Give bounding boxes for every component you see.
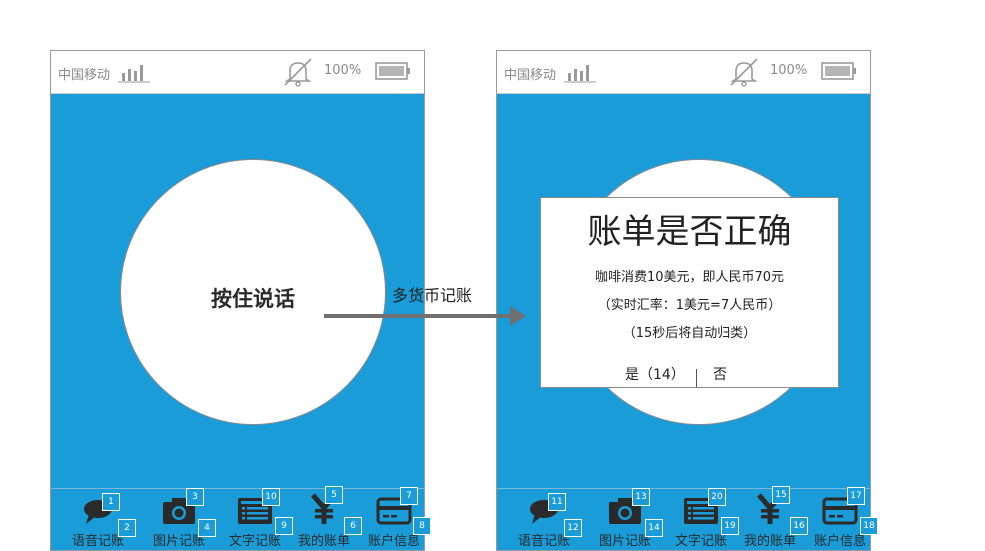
dialog-message-line: （实时汇率：1美元=7人民币）	[597, 298, 782, 313]
dialog-title: 账单是否正确	[587, 212, 792, 252]
signal-icon	[564, 65, 596, 83]
status-bar: 中国移动 100%	[497, 51, 870, 94]
bill-confirm-dialog: 账单是否正确 咖啡消费10美元，即人民币70元 （实时汇率：1美元=7人民币） …	[540, 197, 839, 388]
annotation-marker: 13	[632, 488, 650, 506]
battery-percent: 100%	[324, 63, 362, 78]
dialog-message-line: （15秒后将自动归类）	[622, 326, 757, 341]
battery-icon	[821, 62, 856, 80]
hold-to-talk-label: 按住说话	[211, 287, 295, 311]
transition-arrow-line	[324, 314, 514, 318]
annotation-marker: 2	[118, 519, 136, 537]
annotation-marker: 7	[400, 487, 418, 505]
signal-icon	[118, 65, 150, 83]
annotation-marker: 4	[198, 519, 216, 537]
annotation-marker: 6	[344, 517, 362, 535]
status-bar: 中国移动 100%	[51, 51, 424, 94]
annotation-marker: 14	[645, 519, 663, 537]
annotation-marker: 8	[413, 517, 431, 535]
annotation-marker: 12	[564, 519, 582, 537]
mute-bell-icon	[284, 58, 312, 87]
carrier-label: 中国移动	[504, 68, 557, 83]
confirm-no-button[interactable]: 否	[713, 364, 727, 384]
annotation-marker: 16	[790, 517, 808, 535]
annotation-marker: 1	[102, 493, 120, 511]
annotation-marker: 19	[721, 517, 739, 535]
carrier-label: 中国移动	[58, 68, 111, 83]
battery-icon	[375, 62, 410, 80]
battery-percent: 100%	[770, 63, 808, 78]
annotation-marker: 3	[186, 488, 204, 506]
confirm-yes-button[interactable]: 是（14）	[625, 364, 685, 384]
annotation-marker: 11	[548, 493, 566, 511]
transition-label: 多货币记账	[392, 286, 473, 305]
annotation-marker: 17	[847, 487, 865, 505]
transition-arrow-head	[510, 306, 526, 326]
annotation-marker: 20	[708, 488, 726, 506]
annotation-marker: 10	[262, 488, 280, 506]
mute-bell-icon	[730, 58, 758, 87]
annotation-marker: 18	[860, 517, 878, 535]
phone-screen-voice-record: 中国移动 100% 按住说话 语音记账 图片记账 文字记账 我的账单 账户信息	[50, 50, 425, 551]
annotation-marker: 5	[325, 486, 343, 504]
annotation-marker: 15	[772, 486, 790, 504]
dialog-message-line: 咖啡消费10美元，即人民币70元	[594, 270, 785, 285]
button-divider	[696, 369, 697, 387]
annotation-marker: 9	[275, 517, 293, 535]
